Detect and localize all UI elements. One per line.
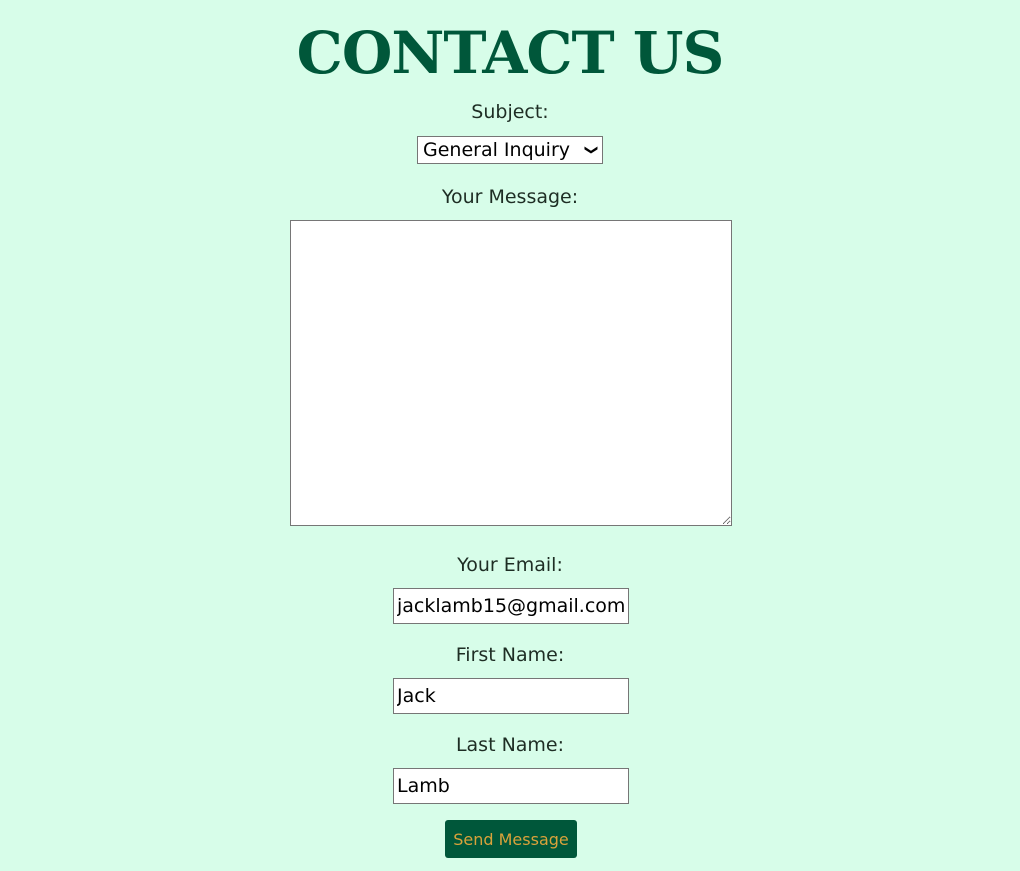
chevron-down-icon: ❯ <box>583 144 599 156</box>
first-name-field[interactable] <box>393 678 629 714</box>
email-field[interactable] <box>393 588 629 624</box>
message-label: Your Message: <box>441 186 579 208</box>
message-textarea[interactable] <box>290 220 732 526</box>
send-message-button[interactable]: Send Message <box>445 820 577 858</box>
page-title: CONTACT US <box>296 19 725 87</box>
subject-select[interactable]: General Inquiry ❯ <box>417 136 603 164</box>
last-name-label: Last Name: <box>455 734 565 756</box>
email-label: Your Email: <box>457 554 563 576</box>
first-name-label: First Name: <box>455 644 565 666</box>
last-name-field[interactable] <box>393 768 629 804</box>
subject-selected-value: General Inquiry <box>423 139 570 161</box>
subject-label: Subject: <box>471 101 549 123</box>
